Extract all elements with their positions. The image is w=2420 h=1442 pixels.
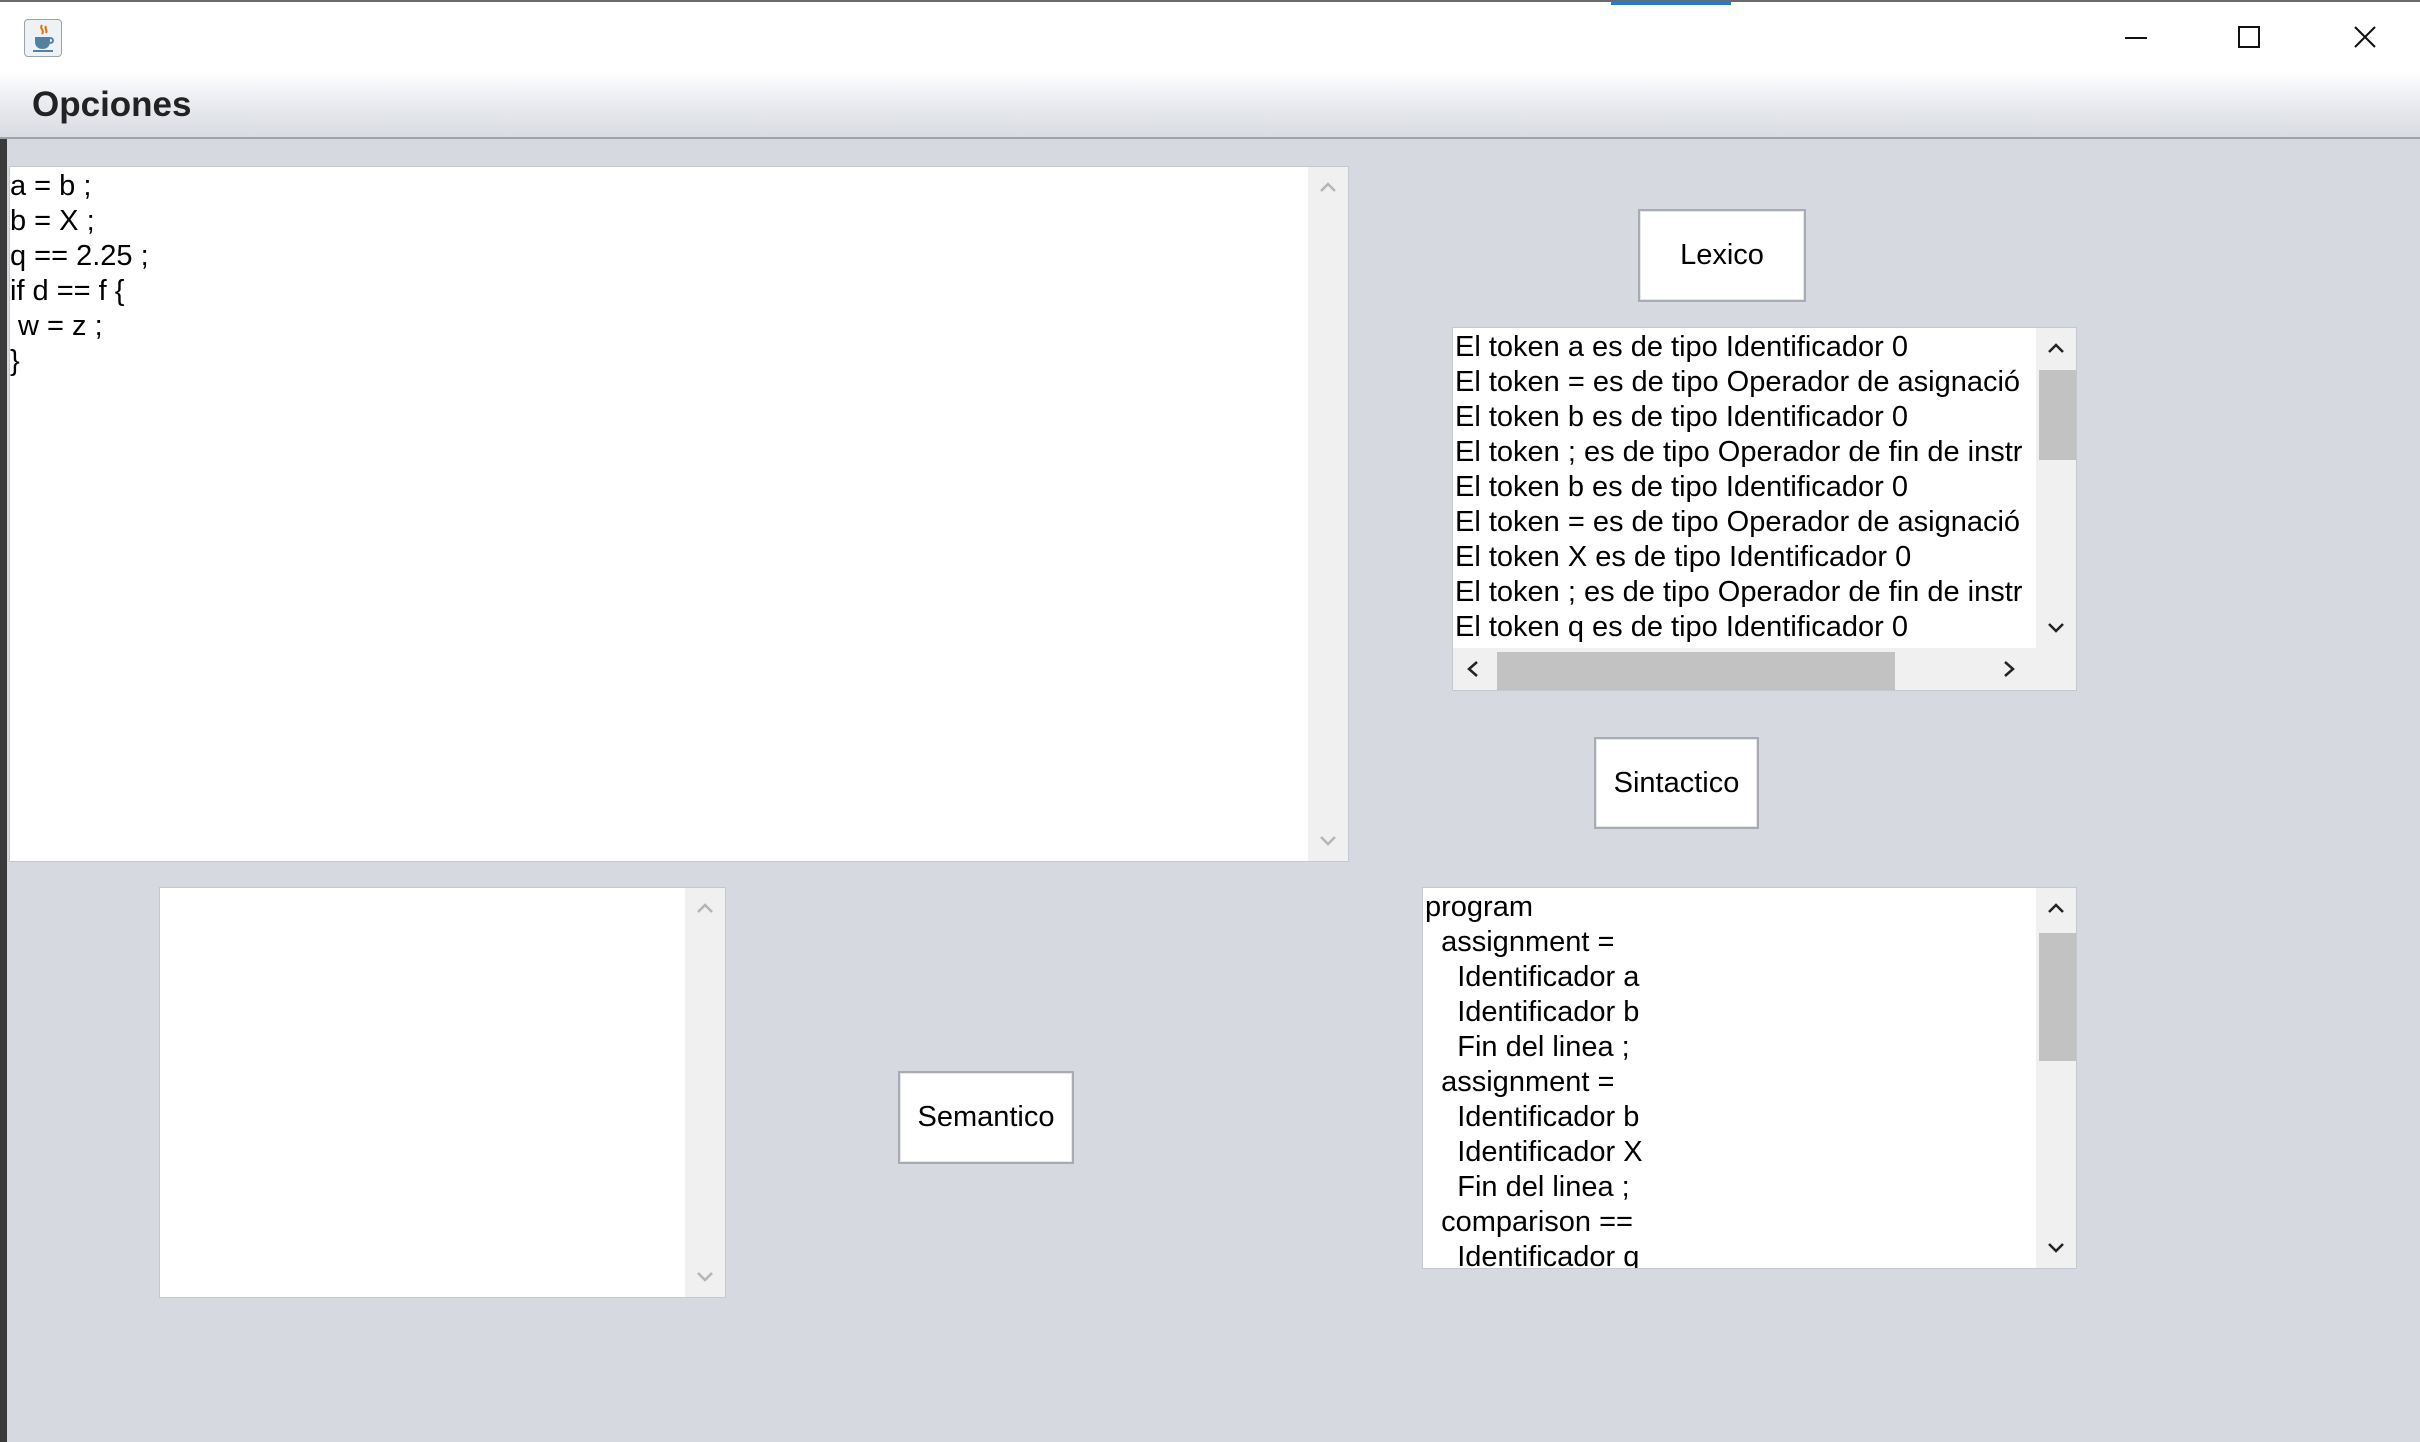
code-line: q == 2.25 ; (10, 240, 149, 272)
token-line: El token b es de tipo Identificador 0 (1455, 401, 1909, 433)
chevron-down-icon (1320, 836, 1336, 846)
menu-opciones[interactable]: Opciones (32, 85, 191, 125)
menu-bar: Opciones (0, 71, 2420, 139)
chevron-left-icon[interactable] (1465, 659, 1481, 679)
chevron-up-icon (1320, 182, 1336, 192)
chevron-right-icon[interactable] (2001, 659, 2017, 679)
scroll-corner (2034, 648, 2076, 690)
scroll-up-button[interactable] (2036, 888, 2076, 928)
lexico-output-content: El token a es de tipo Identificador 0 El… (1455, 330, 2033, 645)
chevron-down-icon (2048, 623, 2064, 633)
scroll-down-button[interactable] (1308, 821, 1348, 861)
code-editor-content[interactable]: a = b ; b = X ; q == 2.25 ; if d == f { … (10, 169, 1305, 379)
tree-line: assignment = (1425, 926, 1615, 958)
lexico-horizontal-scrollbar[interactable] (1453, 648, 2036, 690)
token-line: El token q es de tipo Identificador 0 (1455, 611, 1909, 643)
token-line: El token a es de tipo Identificador 0 (1455, 331, 1909, 363)
semantico-output[interactable] (159, 887, 726, 1298)
window-titlebar[interactable] (0, 0, 2420, 71)
chevron-down-icon (697, 1272, 713, 1282)
lexico-vertical-scrollbar[interactable] (2036, 328, 2076, 648)
code-line: } (10, 345, 20, 377)
chevron-down-icon (2048, 1243, 2064, 1253)
close-button[interactable] (2309, 2, 2420, 73)
code-line: b = X ; (10, 205, 95, 237)
tree-line: Identificador b (1425, 996, 1640, 1028)
tree-line: Fin del linea ; (1425, 1171, 1630, 1203)
code-line: a = b ; (10, 170, 92, 202)
tree-line: Fin del linea ; (1425, 1031, 1630, 1063)
semantico-vertical-scrollbar[interactable] (685, 888, 725, 1297)
semantico-button[interactable]: Semantico (898, 1071, 1074, 1164)
tree-line: program (1425, 891, 1533, 923)
scrollbar-thumb[interactable] (2039, 933, 2076, 1061)
scroll-up-button[interactable] (1308, 167, 1348, 207)
token-line: El token b es de tipo Identificador 0 (1455, 471, 1909, 503)
chevron-up-icon (2048, 903, 2064, 913)
window-left-edge (0, 139, 7, 1442)
chevron-up-icon (2048, 343, 2064, 353)
taskbar-accent-line (1611, 2, 1731, 5)
scroll-up-button[interactable] (2036, 328, 2076, 368)
java-cup-icon[interactable] (24, 19, 62, 57)
maximize-button[interactable] (2193, 2, 2305, 73)
token-line: El token = es de tipo Operador de asigna… (1455, 366, 2021, 398)
scrollbar-thumb[interactable] (2039, 370, 2076, 460)
lexico-button[interactable]: Lexico (1638, 209, 1806, 302)
chevron-up-icon (697, 903, 713, 913)
token-line: El token X es de tipo Identificador 0 (1455, 541, 1912, 573)
tree-line: comparison == (1425, 1206, 1633, 1238)
close-icon (2354, 26, 2376, 48)
maximize-icon (2238, 26, 2260, 48)
tree-line: Identificador b (1425, 1101, 1640, 1133)
minimize-icon (2125, 37, 2147, 39)
tree-line: assignment = (1425, 1066, 1615, 1098)
code-editor[interactable]: a = b ; b = X ; q == 2.25 ; if d == f { … (9, 166, 1349, 862)
tree-line: Identificador q (1425, 1241, 1640, 1269)
token-line: El token ; es de tipo Operador de fin de… (1455, 576, 2023, 608)
scroll-up-button[interactable] (685, 888, 725, 928)
sintactico-output[interactable]: program assignment = Identificador a Ide… (1422, 887, 2077, 1269)
scrollbar-thumb[interactable] (1497, 652, 1895, 690)
tree-line: Identificador a (1425, 961, 1640, 993)
sintactico-button[interactable]: Sintactico (1594, 737, 1759, 829)
scroll-down-button[interactable] (2036, 608, 2076, 648)
code-editor-vertical-scrollbar[interactable] (1308, 167, 1348, 861)
code-line: w = z ; (10, 310, 103, 342)
token-line: El token = es de tipo Operador de asigna… (1455, 506, 2021, 538)
token-line: El token ; es de tipo Operador de fin de… (1455, 436, 2023, 468)
code-line: if d == f { (10, 275, 125, 307)
scroll-down-button[interactable] (685, 1257, 725, 1297)
lexico-output[interactable]: El token a es de tipo Identificador 0 El… (1452, 327, 2077, 691)
sintactico-output-content: program assignment = Identificador a Ide… (1425, 890, 2033, 1269)
scroll-down-button[interactable] (2036, 1228, 2076, 1268)
sintactico-vertical-scrollbar[interactable] (2036, 888, 2076, 1268)
tree-line: Identificador X (1425, 1136, 1643, 1168)
minimize-button[interactable] (2080, 2, 2192, 73)
